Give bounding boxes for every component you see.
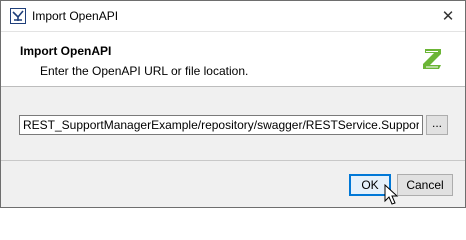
- close-button[interactable]: ✕: [437, 5, 459, 27]
- close-icon: ✕: [441, 8, 455, 25]
- header-description: Enter the OpenAPI URL or file location.: [40, 64, 249, 78]
- import-openapi-dialog: Import OpenAPI ✕ Import OpenAPI Enter th…: [0, 0, 466, 208]
- title-bar[interactable]: Import OpenAPI ✕: [1, 1, 465, 32]
- window-title: Import OpenAPI: [32, 9, 119, 23]
- content-area: ...: [1, 87, 465, 159]
- mouse-cursor-icon: [384, 184, 399, 205]
- openapi-location-input[interactable]: [19, 115, 423, 135]
- header-panel: Import OpenAPI Enter the OpenAPI URL or …: [1, 32, 465, 87]
- header-title: Import OpenAPI: [20, 44, 112, 58]
- browse-button[interactable]: ...: [426, 115, 448, 135]
- cancel-button[interactable]: Cancel: [397, 174, 453, 196]
- openapi-logo-icon: [423, 49, 441, 69]
- app-icon: [10, 8, 26, 24]
